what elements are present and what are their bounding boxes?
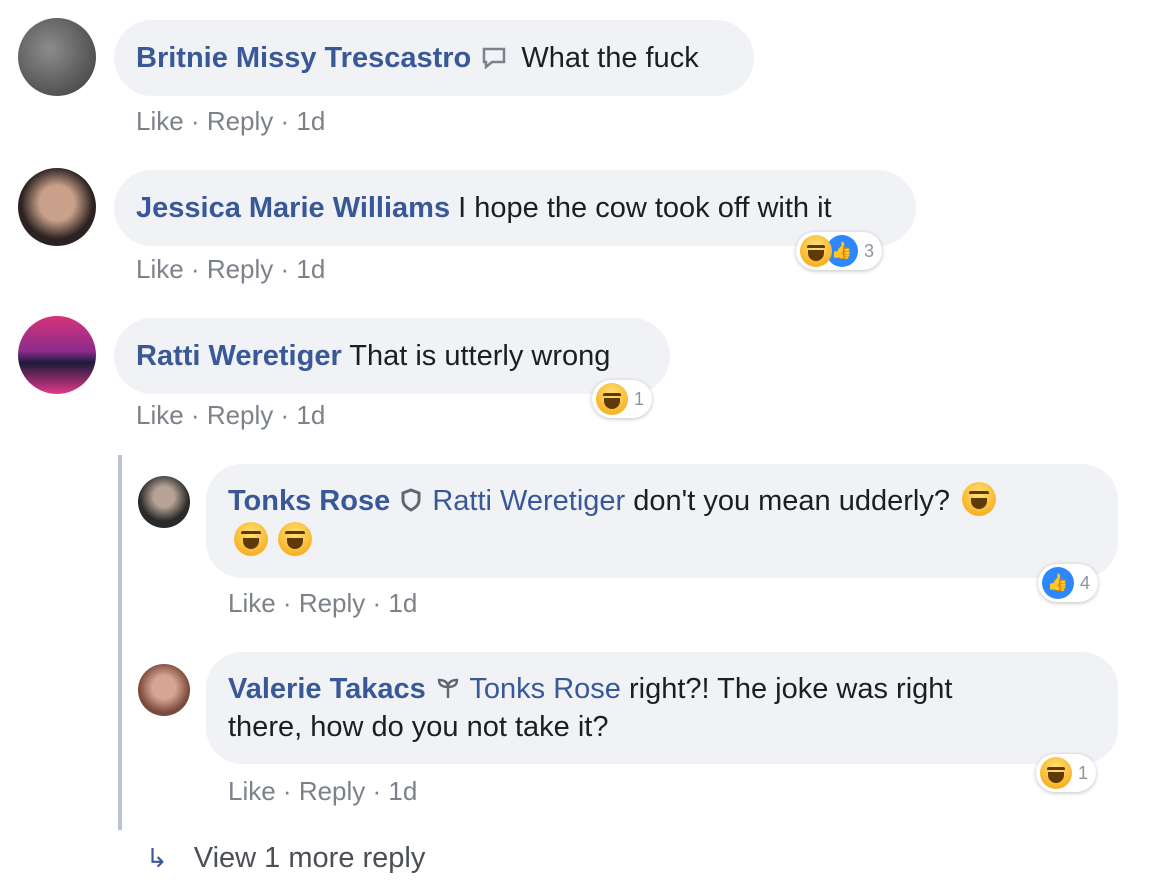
avatar[interactable] xyxy=(18,168,96,246)
rolling-laughing-emoji-icon xyxy=(278,522,313,556)
rolling-laughing-emoji-icon xyxy=(234,522,268,556)
like-link[interactable]: Like xyxy=(136,400,184,430)
haha-reaction-icon xyxy=(1040,757,1072,789)
reaction-count: 1 xyxy=(634,388,645,409)
haha-reaction-icon xyxy=(800,235,832,267)
reply-actions: Like · Reply · 1d xyxy=(228,588,418,618)
avatar[interactable] xyxy=(18,316,96,394)
comment-bubble: Britnie Missy Trescastro What the fuck xyxy=(114,20,754,96)
sprout-icon xyxy=(436,676,460,700)
speech-bubble-icon xyxy=(481,47,507,69)
avatar[interactable] xyxy=(138,476,190,528)
comment-actions: Like · Reply · 1d xyxy=(136,254,326,284)
reply-thread-line xyxy=(118,455,122,830)
comment-author[interactable]: Britnie Missy Trescastro xyxy=(136,42,471,74)
comment-bubble: Ratti Weretiger That is utterly wrong xyxy=(114,318,670,394)
like-link[interactable]: Like xyxy=(228,776,276,806)
comment-author[interactable]: Ratti Weretiger xyxy=(136,340,342,372)
view-more-replies-link[interactable]: ↳ View 1 more reply xyxy=(146,842,425,875)
reply-link[interactable]: Reply xyxy=(207,106,273,136)
timestamp[interactable]: 1d xyxy=(388,776,417,806)
reply-author[interactable]: Valerie Takacs xyxy=(228,673,426,705)
like-link[interactable]: Like xyxy=(228,588,276,618)
comment-text: What the fuck xyxy=(521,42,699,74)
avatar[interactable] xyxy=(138,664,190,716)
timestamp[interactable]: 1d xyxy=(296,106,325,136)
rolling-laughing-emoji-icon xyxy=(962,482,997,516)
reply-text: right?! The joke was right xyxy=(628,673,953,705)
reaction-count: 4 xyxy=(1080,572,1091,593)
comment-author[interactable]: Jessica Marie Williams xyxy=(136,192,450,224)
reply-text-continued: there, how do you not take it? xyxy=(228,711,609,743)
timestamp[interactable]: 1d xyxy=(296,254,325,284)
timestamp[interactable]: 1d xyxy=(296,400,325,430)
reaction-summary[interactable]: 👍 4 xyxy=(1038,564,1099,602)
reply-author[interactable]: Tonks Rose xyxy=(228,485,390,517)
reply-text: don't you mean udderly? xyxy=(633,485,950,517)
like-reaction-icon: 👍 xyxy=(1042,567,1074,599)
reaction-count: 3 xyxy=(864,240,875,261)
reply-bubble: Valerie Takacs Tonks Rose right?! The jo… xyxy=(206,652,1118,764)
reply-link[interactable]: Reply xyxy=(207,254,273,284)
reply-link[interactable]: Reply xyxy=(207,400,273,430)
reaction-count: 1 xyxy=(1078,762,1089,783)
reaction-summary[interactable]: 👍 3 xyxy=(796,232,883,270)
comment-actions: Like · Reply · 1d xyxy=(136,106,326,136)
shield-icon xyxy=(400,488,422,512)
haha-reaction-icon xyxy=(596,383,628,415)
mention-link[interactable]: Tonks Rose xyxy=(469,673,621,705)
comment-text: I hope the cow took off with it xyxy=(458,192,832,224)
comment-bubble: Jessica Marie Williams I hope the cow to… xyxy=(114,170,916,246)
like-link[interactable]: Like xyxy=(136,254,184,284)
view-more-label[interactable]: View 1 more reply xyxy=(194,842,426,874)
reply-actions: Like · Reply · 1d xyxy=(228,776,418,806)
comment-text: That is utterly wrong xyxy=(349,340,611,372)
reply-link[interactable]: Reply xyxy=(299,776,365,806)
mention-link[interactable]: Ratti Weretiger xyxy=(432,485,625,517)
reaction-summary[interactable]: 1 xyxy=(592,380,653,418)
reply-link[interactable]: Reply xyxy=(299,588,365,618)
like-link[interactable]: Like xyxy=(136,106,184,136)
avatar[interactable] xyxy=(18,18,96,96)
reply-bubble: Tonks Rose Ratti Weretiger don't you mea… xyxy=(206,464,1118,578)
reply-arrow-icon: ↳ xyxy=(146,843,168,873)
timestamp[interactable]: 1d xyxy=(388,588,417,618)
comment-actions: Like · Reply · 1d xyxy=(136,400,326,430)
reaction-summary[interactable]: 1 xyxy=(1036,754,1097,792)
